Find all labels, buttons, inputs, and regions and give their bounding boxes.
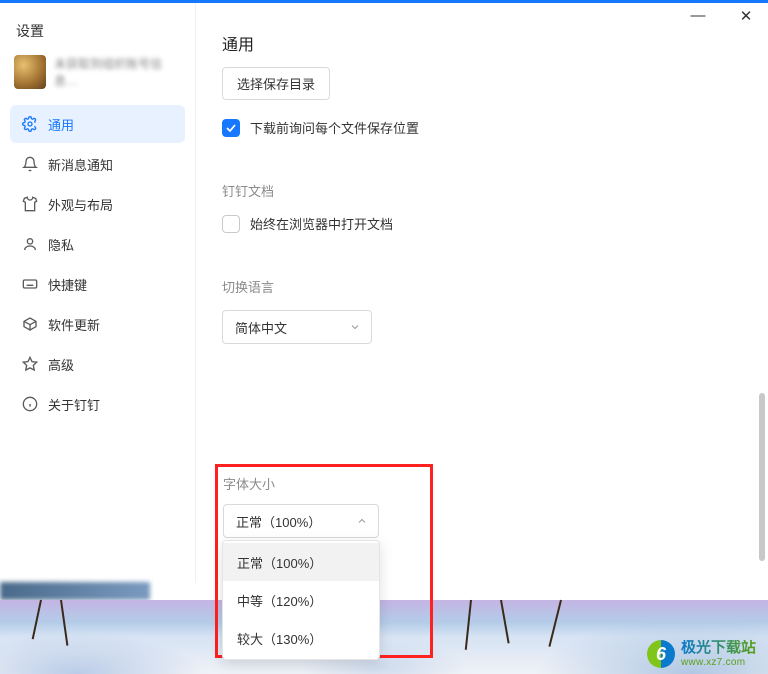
window-title: 设置 (10, 21, 185, 53)
sidebar-item-update[interactable]: 软件更新 (10, 305, 185, 343)
scrollbar-thumb[interactable] (759, 393, 765, 561)
sidebar-nav: 通用 新消息通知 外观与布局 隐私 快捷键 软件更新 (10, 105, 185, 423)
sidebar-item-appearance[interactable]: 外观与布局 (10, 185, 185, 223)
sidebar-item-label: 软件更新 (48, 315, 100, 334)
person-icon (22, 236, 38, 252)
bell-icon (22, 156, 38, 172)
ask-location-label: 下载前询问每个文件保存位置 (250, 118, 419, 137)
fontsize-select[interactable]: 正常（100%） (223, 504, 379, 538)
gear-icon (22, 116, 38, 132)
sidebar-item-label: 隐私 (48, 235, 74, 254)
checkbox-checked-icon[interactable] (222, 119, 240, 137)
minimize-button[interactable]: — (688, 7, 708, 25)
fontsize-option[interactable]: 中等（120%） (223, 581, 379, 619)
account-row[interactable]: 未获取到组织账号信息… (10, 53, 185, 103)
open-browser-row[interactable]: 始终在浏览器中打开文档 (222, 214, 742, 233)
sidebar-item-label: 关于钉钉 (48, 395, 100, 414)
sidebar-item-advanced[interactable]: 高级 (10, 345, 185, 383)
avatar (14, 55, 46, 89)
sidebar-item-about[interactable]: 关于钉钉 (10, 385, 185, 423)
account-status: 未获取到组织账号信息… (54, 55, 179, 89)
window-controls: — ✕ (688, 7, 756, 25)
choose-save-dir-button[interactable]: 选择保存目录 (222, 67, 330, 100)
open-browser-label: 始终在浏览器中打开文档 (250, 214, 393, 233)
general-heading: 通用 (222, 31, 742, 55)
keyboard-icon (22, 276, 38, 292)
taskbar-fragment (0, 582, 150, 600)
fontsize-heading: 字体大小 (223, 474, 275, 493)
fontsize-option[interactable]: 正常（100%） (223, 543, 379, 581)
sidebar-item-privacy[interactable]: 隐私 (10, 225, 185, 263)
sidebar-item-label: 新消息通知 (48, 155, 113, 174)
docs-heading: 钉钉文档 (222, 181, 742, 200)
settings-window: 设置 未获取到组织账号信息… 通用 新消息通知 外观与布局 隐私 (0, 3, 768, 583)
watermark: 6 极光下载站 www.xz7.com (647, 640, 756, 668)
info-icon (22, 396, 38, 412)
watermark-name: 极光下载站 (681, 640, 756, 657)
fontsize-option[interactable]: 较大（130%） (223, 619, 379, 657)
cube-icon (22, 316, 38, 332)
fontsize-dropdown: 正常（100%） 中等（120%） 较大（130%） (222, 540, 380, 660)
sidebar-item-general[interactable]: 通用 (10, 105, 185, 143)
shirt-icon (22, 196, 38, 212)
sidebar-item-label: 通用 (48, 115, 74, 134)
sidebar-item-notifications[interactable]: 新消息通知 (10, 145, 185, 183)
sidebar: 设置 未获取到组织账号信息… 通用 新消息通知 外观与布局 隐私 (0, 3, 196, 583)
close-button[interactable]: ✕ (736, 7, 756, 25)
main-panel: — ✕ 通用 选择保存目录 下载前询问每个文件保存位置 钉钉文档 始终在浏览器中… (196, 3, 768, 583)
language-select[interactable]: 简体中文 (222, 310, 372, 344)
watermark-logo-icon: 6 (647, 640, 675, 668)
watermark-url: www.xz7.com (681, 657, 756, 668)
chevron-up-icon (356, 515, 368, 527)
checkbox-unchecked-icon[interactable] (222, 215, 240, 233)
star-icon (22, 356, 38, 372)
sidebar-item-label: 高级 (48, 355, 74, 374)
sidebar-item-shortcuts[interactable]: 快捷键 (10, 265, 185, 303)
ask-location-row[interactable]: 下载前询问每个文件保存位置 (222, 118, 742, 137)
language-selected: 简体中文 (235, 318, 287, 337)
chevron-down-icon (349, 321, 361, 333)
fontsize-selected: 正常（100%） (236, 512, 321, 531)
sidebar-item-label: 外观与布局 (48, 195, 113, 214)
language-heading: 切换语言 (222, 277, 742, 296)
sidebar-item-label: 快捷键 (48, 275, 87, 294)
